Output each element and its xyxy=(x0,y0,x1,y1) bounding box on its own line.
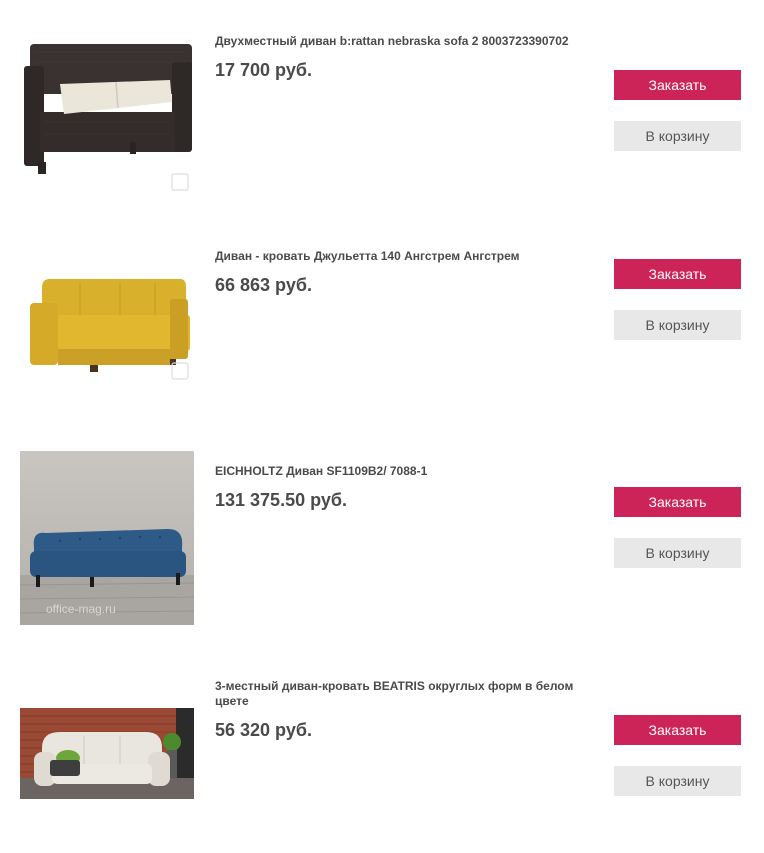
product-title[interactable]: Двухместный диван b:rattan nebraska sofa… xyxy=(215,34,590,49)
add-to-cart-button[interactable]: В корзину xyxy=(614,766,741,796)
add-to-cart-button[interactable]: В корзину xyxy=(614,310,741,340)
add-to-cart-button[interactable]: В корзину xyxy=(614,121,741,151)
order-button[interactable]: Заказать xyxy=(614,259,741,289)
add-to-cart-button[interactable]: В корзину xyxy=(614,538,741,568)
product-price: 66 863 руб. xyxy=(215,275,312,295)
product-card: office-mag.ru EICHHOLTZ Диван SF1109B2/ … xyxy=(0,430,764,660)
product-title[interactable]: 3-местный диван-кровать BEATRIS округлых… xyxy=(215,679,590,709)
product-image-yellow-sofa-bed[interactable] xyxy=(20,237,194,411)
product-price: 17 700 руб. xyxy=(215,60,312,80)
watermark-text: office-mag.ru xyxy=(46,602,116,616)
order-button[interactable]: Заказать xyxy=(614,487,741,517)
product-card: Диван - кровать Джульетта 140 Ангстрем А… xyxy=(0,215,764,430)
order-button[interactable]: Заказать xyxy=(614,70,741,100)
product-card: Двухместный диван b:rattan nebraska sofa… xyxy=(0,0,764,215)
product-image-beatris-sofa[interactable] xyxy=(20,708,194,799)
product-image-rattan-sofa[interactable] xyxy=(20,22,194,196)
product-price: 131 375.50 руб. xyxy=(215,490,347,510)
product-title[interactable]: EICHHOLTZ Диван SF1109B2/ 7088-1 xyxy=(215,464,590,479)
product-image-blue-chesterfield-sofa[interactable]: office-mag.ru xyxy=(20,451,194,625)
order-button[interactable]: Заказать xyxy=(614,715,741,745)
product-card: 3-местный диван-кровать BEATRIS округлых… xyxy=(0,660,764,853)
product-title[interactable]: Диван - кровать Джульетта 140 Ангстрем А… xyxy=(215,249,590,264)
product-price: 56 320 руб. xyxy=(215,720,312,740)
